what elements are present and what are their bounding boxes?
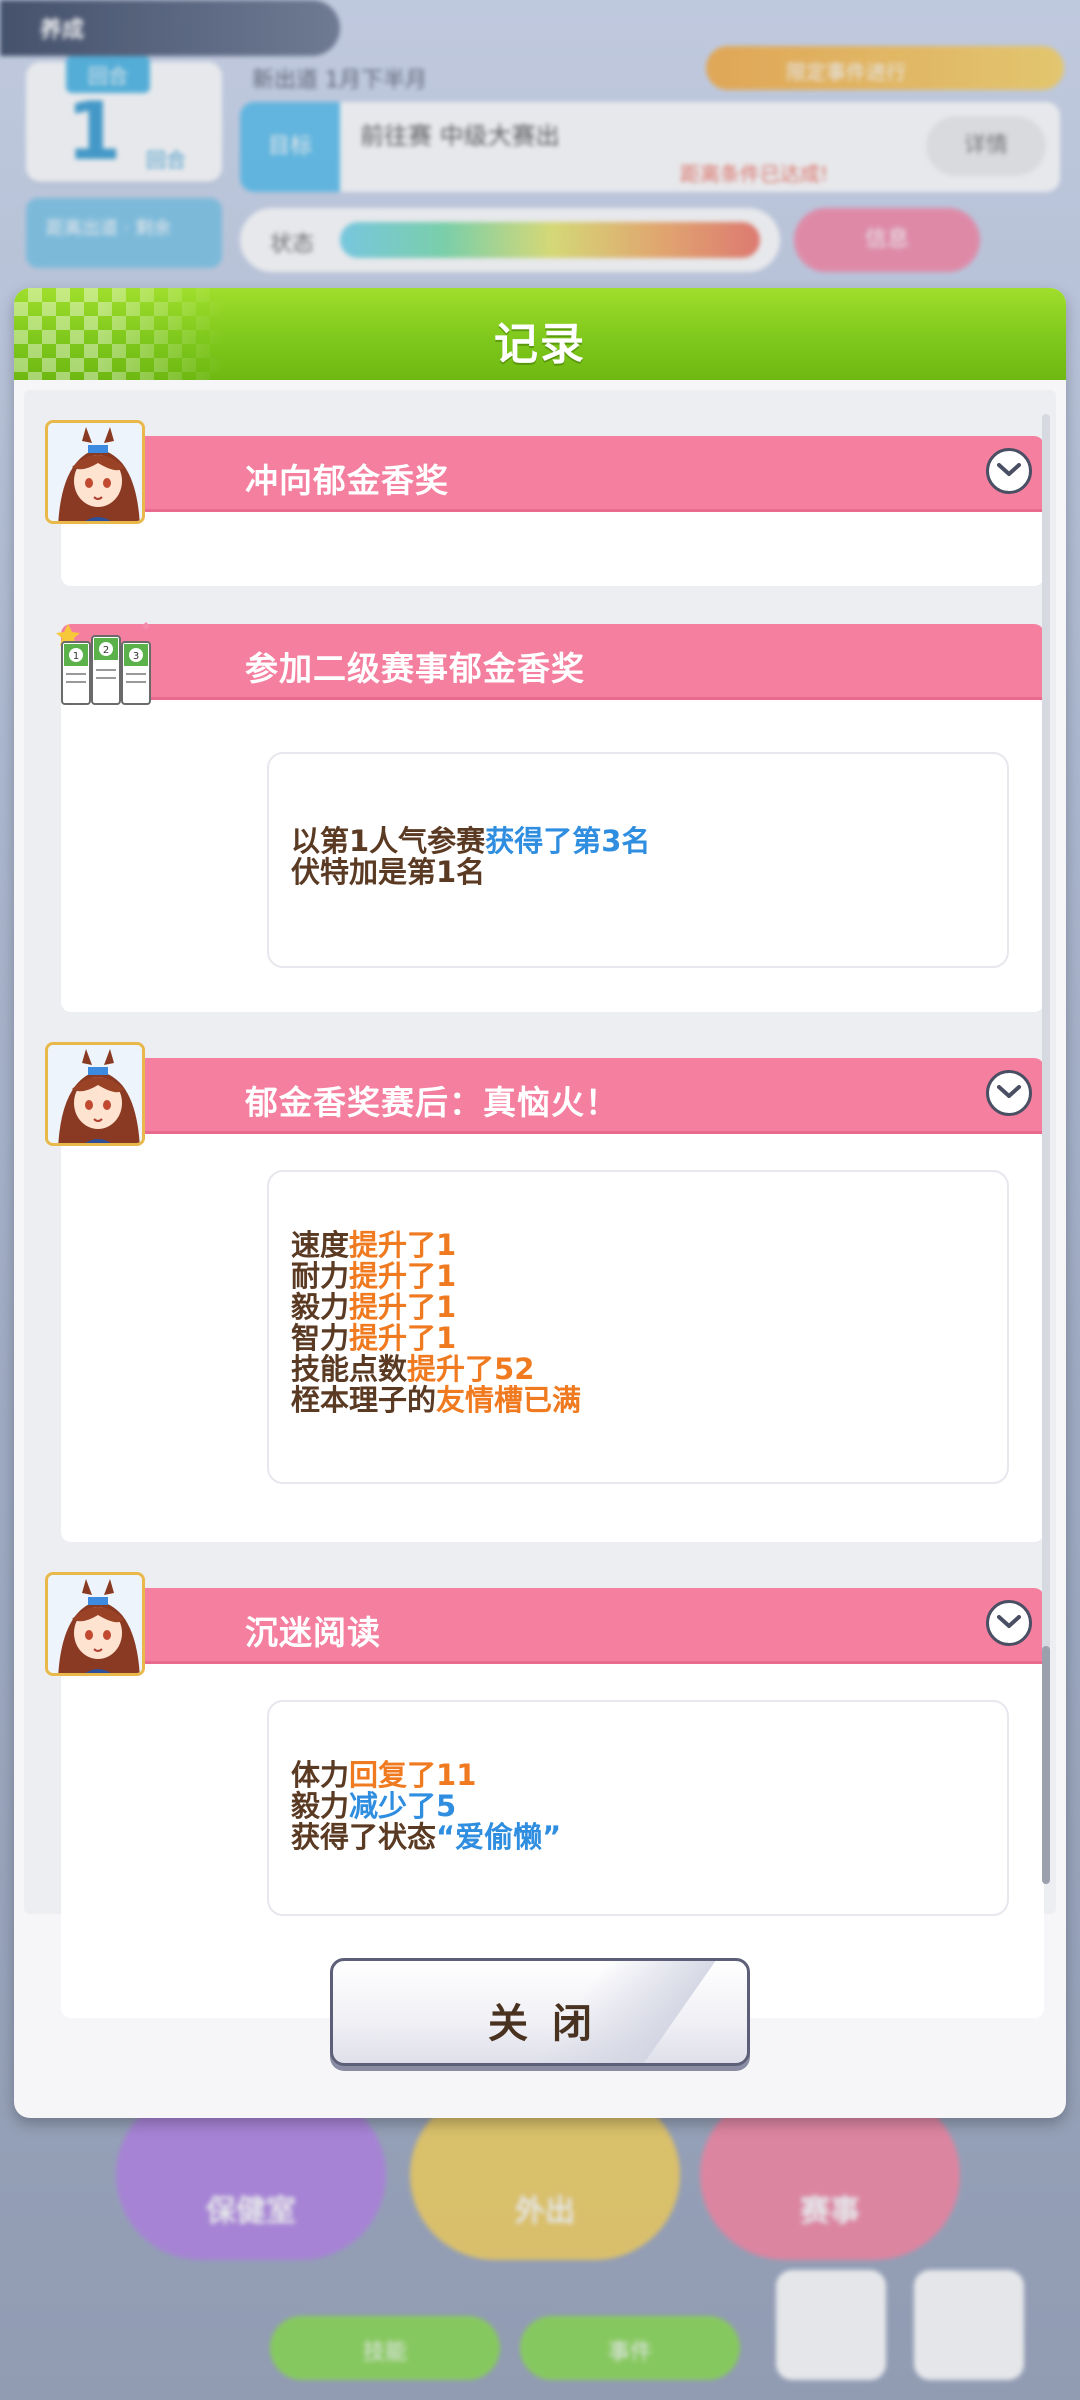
detail-segment: 提升了1 xyxy=(349,1290,457,1324)
svg-text:2: 2 xyxy=(103,645,109,656)
entry-detail: 以第1人气参赛获得了第3名 伏特加是第1名 xyxy=(267,752,1009,968)
detail-line: 技能点数提升了52 xyxy=(291,1354,581,1385)
detail-segment: 提升了1 xyxy=(349,1259,457,1293)
expand-chevron-icon[interactable] xyxy=(986,448,1032,494)
expand-chevron-icon[interactable] xyxy=(986,1070,1032,1116)
detail-segment: 智力 xyxy=(291,1321,350,1355)
detail-lines: 体力回复了11 毅力减少了5 获得了状态“爱偷懒” xyxy=(291,1760,561,1853)
log-modal: 记录 冲向郁金香奖 参加二级赛事郁金香奖 以第1人气参赛获得了第3名 伏特加是第1… xyxy=(14,288,1066,2118)
entry-detail: 体力回复了11 毅力减少了5 获得了状态“爱偷懒” xyxy=(267,1700,1009,1916)
detail-segment: “爱偷懒” xyxy=(436,1820,562,1854)
close-button[interactable]: 关闭 xyxy=(330,1958,750,2066)
detail-line: 智力提升了1 xyxy=(291,1323,581,1354)
detail-line: 伏特加是第1名 xyxy=(291,857,650,888)
detail-segment: 提升了1 xyxy=(349,1321,457,1355)
entry-header[interactable]: 沉迷阅读 xyxy=(61,1588,1044,1664)
svg-text:1: 1 xyxy=(73,651,79,662)
log-entry: 郁金香奖赛后：真恼火！ 速度提升了1 耐力提升了1 毅力提升了1 智力提升了1 技能点数… xyxy=(61,1058,1044,1542)
detail-segment: 友情槽已满 xyxy=(436,1383,582,1417)
entry-header: 参加二级赛事郁金香奖 xyxy=(61,624,1044,700)
detail-line: 体力回复了11 xyxy=(291,1760,561,1791)
detail-line: 获得了状态“爱偷懒” xyxy=(291,1822,561,1853)
detail-segment: 桎本理子的 xyxy=(291,1383,437,1417)
svg-text:3: 3 xyxy=(133,651,139,662)
entry-header[interactable]: 冲向郁金香奖 xyxy=(61,436,1044,512)
entry-title: 冲向郁金香奖 xyxy=(245,461,449,500)
modal-header: 记录 xyxy=(14,288,1066,380)
detail-line: 桎本理子的友情槽已满 xyxy=(291,1385,581,1416)
detail-segment: 获得了状态 xyxy=(291,1820,437,1854)
detail-line: 速度提升了1 xyxy=(291,1230,581,1261)
detail-segment: 毅力 xyxy=(291,1789,350,1823)
detail-segment: 以第1人气参赛 xyxy=(291,824,486,858)
detail-lines: 以第1人气参赛获得了第3名 伏特加是第1名 xyxy=(291,826,650,888)
detail-segment: 毅力 xyxy=(291,1290,350,1324)
race-result-icon: 1 2 3 xyxy=(46,620,166,710)
detail-segment: 提升了1 xyxy=(349,1228,457,1262)
scrollbar-thumb[interactable] xyxy=(1042,1646,1050,1884)
detail-segment: 减少了5 xyxy=(349,1789,457,1823)
entry-header[interactable]: 郁金香奖赛后：真恼火！ xyxy=(61,1058,1044,1134)
log-entry: 参加二级赛事郁金香奖 以第1人气参赛获得了第3名 伏特加是第1名 xyxy=(61,624,1044,1012)
close-button-label: 关闭 xyxy=(488,2001,616,2047)
entry-detail: 速度提升了1 耐力提升了1 毅力提升了1 智力提升了1 技能点数提升了52 桎本理子的友情… xyxy=(267,1170,1009,1484)
detail-segment: 获得了第3名 xyxy=(485,824,651,858)
detail-line: 毅力减少了5 xyxy=(291,1791,561,1822)
character-avatar-icon xyxy=(45,420,145,524)
character-avatar-icon xyxy=(45,1572,145,1676)
detail-segment: 技能点数 xyxy=(291,1352,408,1386)
entry-title: 郁金香奖赛后：真恼火！ xyxy=(245,1083,619,1122)
detail-segment: 耐力 xyxy=(291,1259,350,1293)
entry-title: 沉迷阅读 xyxy=(245,1613,381,1652)
detail-line: 以第1人气参赛获得了第3名 xyxy=(291,826,650,857)
log-entry: 沉迷阅读 体力回复了11 毅力减少了5 获得了状态“爱偷懒” xyxy=(61,1588,1044,2018)
detail-segment: 提升了52 xyxy=(407,1352,535,1386)
detail-line: 耐力提升了1 xyxy=(291,1261,581,1292)
modal-title: 记录 xyxy=(494,319,586,370)
entry-title: 参加二级赛事郁金香奖 xyxy=(245,649,585,688)
detail-segment: 回复了11 xyxy=(349,1758,477,1792)
detail-segment: 体力 xyxy=(291,1758,350,1792)
detail-line: 毅力提升了1 xyxy=(291,1292,581,1323)
detail-segment: 速度 xyxy=(291,1228,350,1262)
log-entry: 冲向郁金香奖 xyxy=(61,436,1044,586)
expand-chevron-icon[interactable] xyxy=(986,1600,1032,1646)
detail-segment: 伏特加是第1名 xyxy=(291,855,486,889)
detail-lines: 速度提升了1 耐力提升了1 毅力提升了1 智力提升了1 技能点数提升了52 桎本理子的友情… xyxy=(291,1230,581,1416)
character-avatar-icon xyxy=(45,1042,145,1146)
